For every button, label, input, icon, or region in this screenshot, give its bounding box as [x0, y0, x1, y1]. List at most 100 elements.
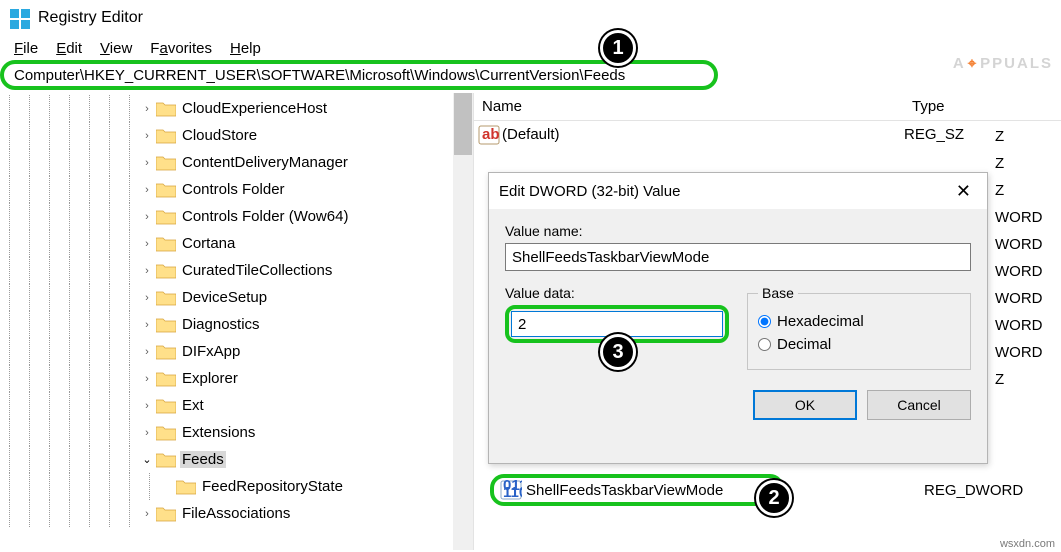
tree-item[interactable]: › Controls Folder (Wow64)	[0, 203, 473, 230]
value-type: REG_DWORD	[924, 482, 1023, 499]
tree-item[interactable]: › Diagnostics	[0, 311, 473, 338]
menu-favorites[interactable]: Favorites	[142, 38, 220, 59]
list-row[interactable]: WORD	[995, 231, 1057, 258]
list-row[interactable]: Z	[995, 366, 1057, 393]
tree-item[interactable]: FeedRepositoryState	[0, 473, 473, 500]
chevron-right-icon[interactable]: ›	[140, 427, 154, 439]
list-row[interactable]: WORD	[995, 258, 1057, 285]
chevron-right-icon[interactable]: ›	[140, 184, 154, 196]
dword-value-icon	[500, 480, 522, 500]
folder-icon	[156, 343, 176, 360]
value-name-label: Value name:	[505, 223, 971, 239]
scrollbar-thumb[interactable]	[454, 93, 472, 155]
tree-item[interactable]: › FileAssociations	[0, 500, 473, 527]
tree-item[interactable]: › Controls Folder	[0, 176, 473, 203]
chevron-right-icon[interactable]: ›	[140, 400, 154, 412]
base-legend: Base	[758, 285, 798, 301]
step-badge-2: 2	[756, 480, 792, 516]
edit-dword-dialog: Edit DWORD (32-bit) Value ✕ Value name: …	[488, 172, 988, 464]
radio-hex[interactable]: Hexadecimal	[758, 313, 960, 330]
watermark-logo: A⌖PPUALS	[953, 55, 1053, 72]
menu-file[interactable]: File	[6, 38, 46, 59]
menu-view[interactable]: View	[92, 38, 140, 59]
chevron-right-icon[interactable]: ›	[140, 319, 154, 331]
folder-icon	[156, 397, 176, 414]
tree-item[interactable]: ⌄ Feeds	[0, 446, 473, 473]
folder-icon	[156, 505, 176, 522]
list-row-default[interactable]: (Default) REG_SZ	[474, 121, 1061, 148]
tree-item[interactable]: › ContentDeliveryManager	[0, 149, 473, 176]
value-name-field[interactable]	[505, 243, 971, 271]
col-name[interactable]: Name	[474, 94, 904, 119]
regedit-icon	[8, 7, 32, 29]
folder-icon	[156, 100, 176, 117]
value-name: (Default)	[502, 126, 904, 143]
tree-item[interactable]: ›CuratedTileCollections	[0, 257, 473, 284]
chevron-right-icon[interactable]: ›	[140, 508, 154, 520]
value-name: ShellFeedsTaskbarViewMode	[526, 482, 723, 499]
radio-dec-input[interactable]	[758, 338, 771, 351]
list-row[interactable]: Z	[995, 123, 1057, 150]
folder-icon	[156, 235, 176, 252]
menu-edit[interactable]: Edit	[48, 38, 90, 59]
list-row[interactable]: Z	[995, 150, 1057, 177]
chevron-right-icon[interactable]: ›	[140, 238, 154, 250]
string-value-icon	[478, 125, 500, 145]
col-type[interactable]: Type	[904, 94, 1061, 119]
list-row[interactable]: WORD	[995, 339, 1057, 366]
radio-dec[interactable]: Decimal	[758, 336, 960, 353]
window-title: Registry Editor	[38, 9, 143, 27]
list-row-shellfeeds[interactable]: ShellFeedsTaskbarViewMode	[490, 474, 784, 506]
tree-item[interactable]: › CloudStore	[0, 122, 473, 149]
tree-item-label: CloudExperienceHost	[180, 100, 329, 117]
chevron-right-icon[interactable]: ›	[140, 373, 154, 385]
tree-item-label: Cortana	[180, 235, 237, 252]
cancel-button[interactable]: Cancel	[867, 390, 971, 420]
chevron-right-icon[interactable]: ›	[140, 157, 154, 169]
tree-item[interactable]: › Explorer	[0, 365, 473, 392]
step-badge-1: 1	[600, 30, 636, 66]
tree-item-label: Controls Folder (Wow64)	[180, 208, 350, 225]
tree-item[interactable]: ›DeviceSetup	[0, 284, 473, 311]
address-input[interactable]	[14, 67, 704, 84]
tree-item[interactable]: › Cortana	[0, 230, 473, 257]
tree-item[interactable]: › Extensions	[0, 419, 473, 446]
chevron-right-icon[interactable]: ›	[140, 103, 154, 115]
tree-item[interactable]: › Ext	[0, 392, 473, 419]
tree-item-label: FileAssociations	[180, 505, 292, 522]
tree-item-label: CloudStore	[180, 127, 259, 144]
tree-item-label: Feeds	[180, 451, 226, 468]
tree-item-label: Controls Folder	[180, 181, 287, 198]
folder-icon	[156, 370, 176, 387]
ok-button[interactable]: OK	[753, 390, 857, 420]
chevron-right-icon[interactable]: ›	[140, 211, 154, 223]
list-row[interactable]: WORD	[995, 204, 1057, 231]
value-data-label: Value data:	[505, 285, 725, 301]
chevron-right-icon[interactable]: ›	[140, 265, 154, 277]
folder-icon	[156, 316, 176, 333]
tree-item-label: Extensions	[180, 424, 257, 441]
tree-item[interactable]: ›DIFxApp	[0, 338, 473, 365]
tree-scrollbar[interactable]	[453, 93, 473, 550]
tree-item-label: Explorer	[180, 370, 240, 387]
tree-item-label: ContentDeliveryManager	[180, 154, 350, 171]
base-group: Base Hexadecimal Decimal	[747, 285, 971, 370]
list-row[interactable]: WORD	[995, 285, 1057, 312]
menu-help[interactable]: Help	[222, 38, 269, 59]
list-row[interactable]: WORD	[995, 312, 1057, 339]
dialog-titlebar: Edit DWORD (32-bit) Value ✕	[489, 173, 987, 209]
chevron-down-icon[interactable]: ⌄	[140, 453, 154, 466]
chevron-right-icon[interactable]: ›	[140, 346, 154, 358]
folder-icon	[156, 181, 176, 198]
chevron-right-icon[interactable]: ›	[140, 292, 154, 304]
radio-hex-input[interactable]	[758, 315, 771, 328]
dialog-close-button[interactable]: ✕	[950, 179, 977, 204]
tree-item-label: Ext	[180, 397, 206, 414]
tree-item[interactable]: › CloudExperienceHost	[0, 95, 473, 122]
chevron-right-icon[interactable]: ›	[140, 130, 154, 142]
list-row[interactable]: Z	[995, 177, 1057, 204]
tree-item-label: Diagnostics	[180, 316, 262, 333]
footer-url: wsxdn.com	[1000, 538, 1055, 550]
folder-icon	[156, 451, 176, 468]
folder-icon	[156, 289, 176, 306]
